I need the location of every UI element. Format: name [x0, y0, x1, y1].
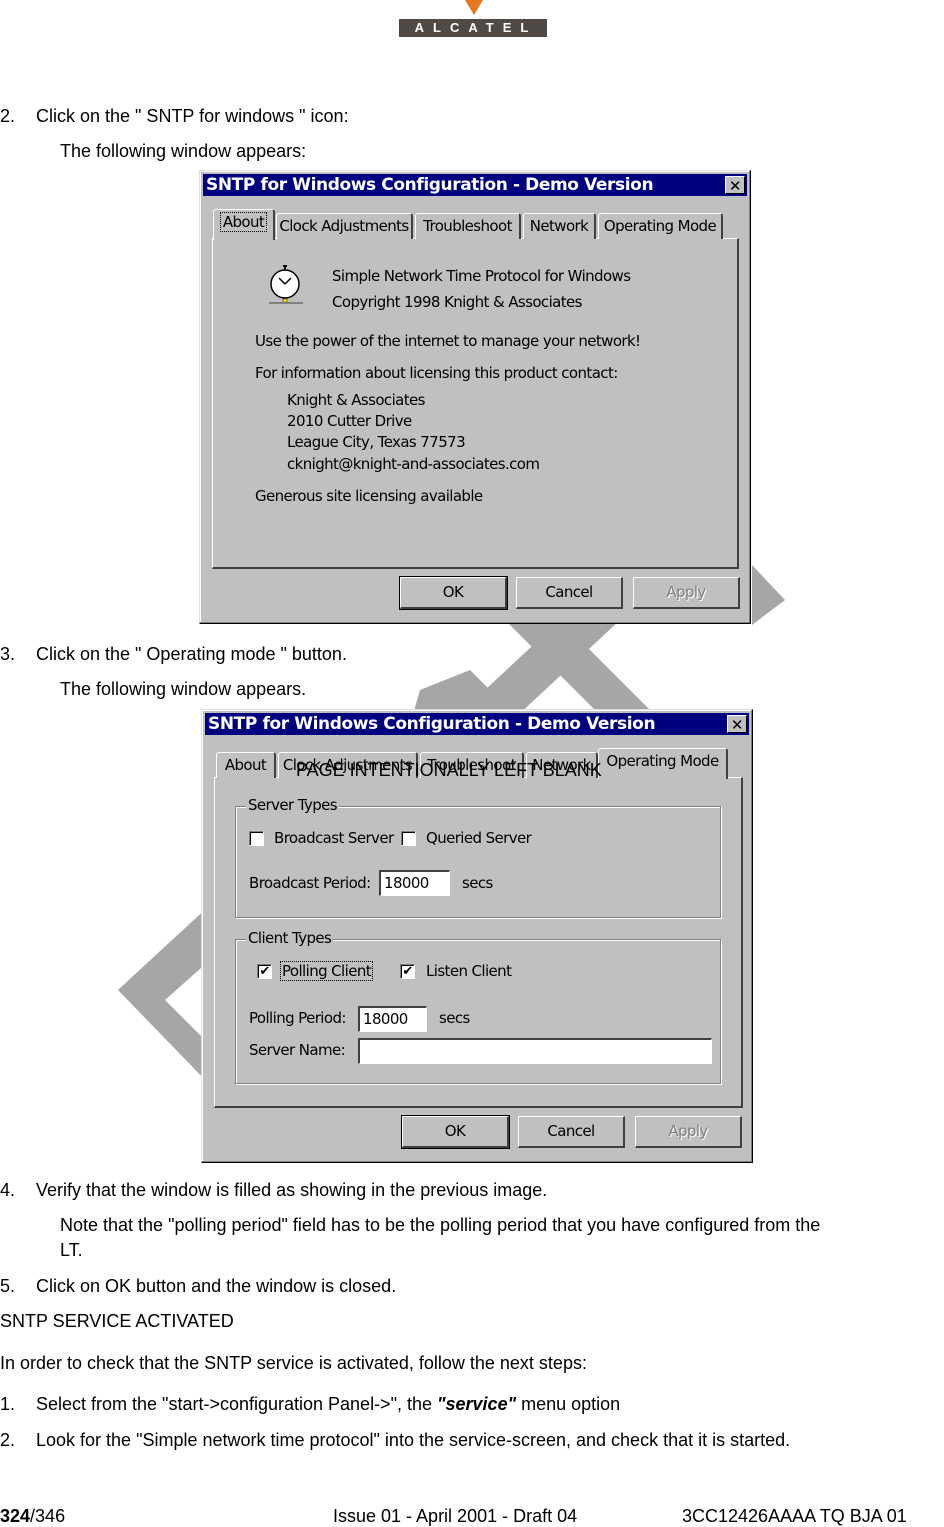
watermark-chevron-right — [752, 565, 785, 625]
product-name: Simple Network Time Protocol for Windows — [332, 267, 631, 285]
contact-line: League City, Texas 77573 — [287, 433, 466, 451]
step-text: Select from the "start->configuration Pa… — [36, 1394, 437, 1414]
step-4: 4. Verify that the window is filled as sh… — [0, 1180, 547, 1200]
logo-arrow-icon — [465, 0, 483, 15]
tagline: Use the power of the internet to manage … — [255, 332, 641, 350]
stopwatch-icon — [269, 265, 303, 304]
dialog-titlebar: SNTP for Windows Configuration - Demo Ve… — [203, 174, 747, 196]
watermark-chevron-left — [118, 905, 210, 1085]
licensing-intro: For information about licensing this pro… — [255, 364, 618, 382]
sub-step-2: 2. Look for the "Simple network time prot… — [0, 1430, 790, 1450]
apply-button[interactable]: Apply — [635, 1116, 742, 1148]
unit-label: secs — [439, 1009, 470, 1027]
step-5: 5. Click on OK button and the window is c… — [0, 1276, 396, 1296]
close-icon[interactable]: ✕ — [727, 715, 747, 734]
alcatel-logo: ALCATEL — [399, 19, 547, 37]
tab-operating-mode[interactable]: Operating Mode — [598, 748, 728, 779]
listen-client-checkbox[interactable]: ✔ — [400, 964, 415, 979]
field-label: Polling Period: — [249, 1009, 346, 1027]
queried-server-checkbox[interactable] — [401, 831, 416, 846]
note-line-2: LT. — [60, 1240, 83, 1260]
section-heading: SNTP SERVICE ACTIVATED — [0, 1311, 234, 1331]
tab-network[interactable]: Network — [523, 213, 596, 239]
operating-mode-dialog: SNTP for Windows Configuration - Demo Ve… — [201, 709, 753, 1163]
broadcast-period-input[interactable]: 18000 — [379, 870, 450, 896]
dialog-title: SNTP for Windows Configuration - Demo Ve… — [206, 175, 654, 195]
tab-about[interactable]: About — [216, 752, 276, 778]
copyright: Copyright 1998 Knight & Associates — [332, 293, 582, 311]
unit-label: secs — [462, 874, 493, 892]
tab-operating-mode[interactable]: Operating Mode — [598, 213, 723, 239]
licensing-note: Generous site licensing available — [255, 487, 483, 505]
emphasis-service: "service" — [436, 1394, 517, 1414]
contact-line: 2010 Cutter Drive — [287, 412, 412, 430]
tab-about[interactable]: About — [213, 209, 275, 240]
step-number: 5. — [0, 1276, 16, 1296]
checkbox-label: Broadcast Server — [274, 829, 394, 847]
step-number: 2. — [0, 1430, 16, 1450]
server-types-group: Server Types Broadcast Server Queried Se… — [235, 796, 721, 918]
step-3-sub: The following window appears. — [60, 679, 307, 699]
step-number: 4. — [0, 1180, 16, 1200]
step-text: Verify that the window is filled as show… — [36, 1180, 548, 1200]
server-name-input[interactable] — [358, 1038, 712, 1064]
page-intentionally-left-blank-text: PAGE INTENTIONALLY LEFT BLANK — [296, 760, 602, 780]
checkbox-label: Polling Client — [279, 961, 374, 981]
tab-troubleshoot[interactable]: Troubleshoot — [415, 213, 521, 239]
field-label: Server Name: — [249, 1041, 346, 1059]
checkbox-label: Listen Client — [426, 962, 512, 980]
section-intro: In order to check that the SNTP service … — [0, 1353, 587, 1373]
contact-line: Knight & Associates — [287, 391, 425, 409]
step-text: Click on the " Operating mode " button. — [36, 644, 347, 664]
step-number: 2. — [0, 106, 16, 126]
client-types-group: Client Types ✔ Polling Client ✔ Listen C… — [235, 929, 721, 1084]
tab-clock-adjustments[interactable]: Clock Adjustments — [276, 213, 413, 239]
note-line-1: Note that the "polling period" field has… — [60, 1215, 821, 1235]
about-dialog: SNTP for Windows Configuration - Demo Ve… — [199, 170, 751, 624]
step-2: 2. Click on the " SNTP for windows " icon… — [0, 106, 349, 126]
polling-period-input[interactable]: 18000 — [358, 1006, 427, 1032]
sub-step-1: 1. Select from the "start->configuration … — [0, 1394, 620, 1414]
group-label: Server Types — [246, 796, 340, 814]
document-reference: 3CC12426AAAA TQ BJA 01 — [682, 1506, 907, 1526]
polling-client-checkbox[interactable]: ✔ — [257, 964, 272, 979]
apply-button[interactable]: Apply — [633, 577, 740, 609]
broadcast-server-checkbox[interactable] — [249, 831, 264, 846]
step-3: 3. Click on the " Operating mode " button… — [0, 644, 347, 664]
step-text: Look for the "Simple network time protoc… — [36, 1430, 791, 1450]
group-label: Client Types — [246, 929, 334, 947]
dialog-titlebar: SNTP for Windows Configuration - Demo Ve… — [205, 713, 749, 735]
step-number: 3. — [0, 644, 16, 664]
ok-button[interactable]: OK — [399, 576, 508, 610]
dialog-title: SNTP for Windows Configuration - Demo Ve… — [208, 714, 656, 734]
step-2-sub: The following window appears: — [60, 141, 307, 161]
step-number: 1. — [0, 1394, 16, 1414]
cancel-button[interactable]: Cancel — [516, 577, 623, 609]
checkbox-label: Queried Server — [426, 829, 532, 847]
ok-button[interactable]: OK — [401, 1115, 510, 1149]
contact-email: cknight@knight-and-associates.com — [287, 455, 540, 473]
cancel-button[interactable]: Cancel — [518, 1116, 625, 1148]
field-label: Broadcast Period: — [249, 874, 371, 892]
step-text: Click on the " SNTP for windows " icon: — [36, 106, 349, 126]
close-icon[interactable]: ✕ — [725, 176, 745, 195]
step-text: Click on OK button and the window is clo… — [36, 1276, 397, 1296]
page-number: 324/346 — [0, 1506, 66, 1526]
step-text: menu option — [516, 1394, 621, 1414]
issue-info: Issue 01 - April 2001 - Draft 04 — [333, 1506, 578, 1526]
